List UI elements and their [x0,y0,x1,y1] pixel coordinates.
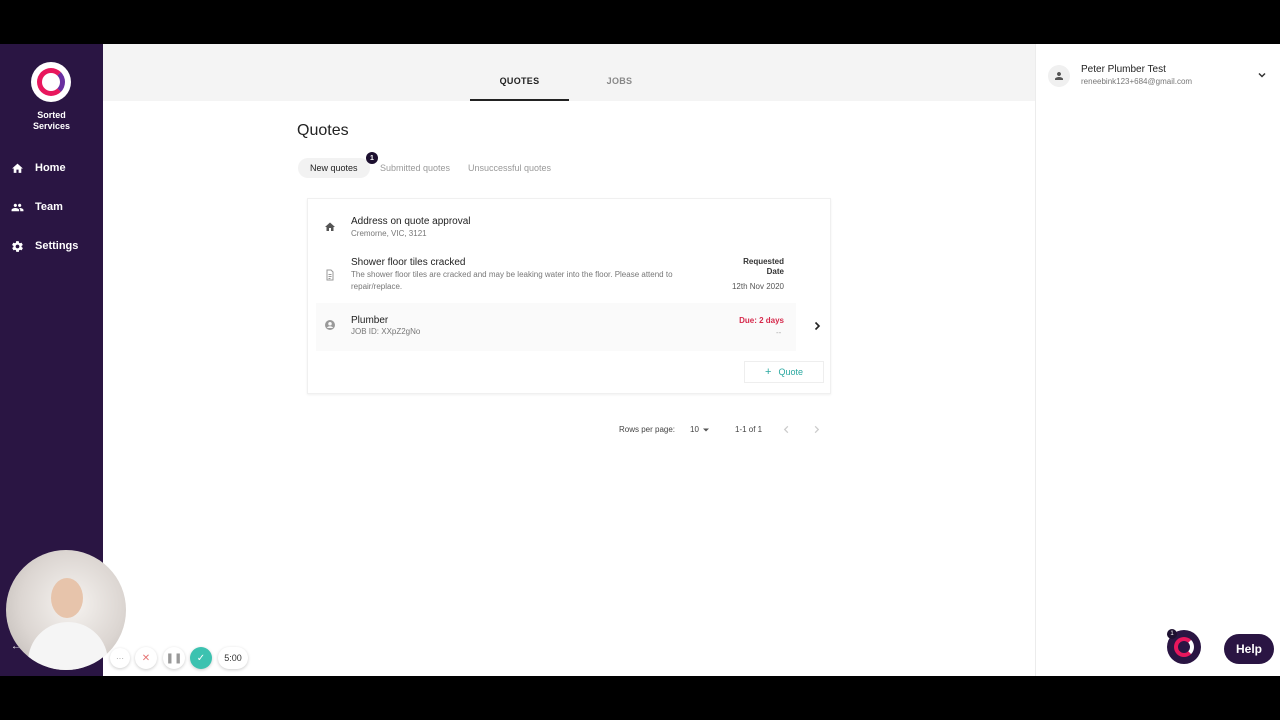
add-quote-button[interactable]: + Quote [744,361,824,383]
address-sub: Cremorne, VIC, 3121 [351,229,427,238]
gear-icon [12,240,23,252]
avatar[interactable] [1048,65,1070,87]
sidebar-item-label: Settings [35,240,79,252]
sidebar-item-home[interactable]: Home [11,158,66,178]
arrow-left-icon[interactable]: ← [11,641,21,652]
team-icon [11,203,24,211]
widget-badge: 1 [1167,629,1177,639]
webcam-bubble[interactable] [6,550,126,670]
webcam-person-head [51,578,83,618]
account-circle-icon [325,320,335,330]
new-quotes-badge: 1 [366,152,378,164]
home-icon [12,163,23,173]
logo-ring-icon [1174,637,1194,657]
chevron-down-icon[interactable] [1257,70,1267,80]
issue-title: Shower floor tiles cracked [351,257,466,268]
dropdown-arrow-icon [702,428,709,431]
next-page-icon[interactable] [812,425,821,434]
due-sub: -- [776,328,782,337]
address-title: Address on quote approval [351,216,471,227]
app-frame: Sorted Services Home Team Settings QUOTE… [0,44,1280,676]
issue-description: The shower floor tiles are cracked and m… [351,270,673,291]
requested-date-label: Requested Date [743,257,784,276]
subtab-submitted-quotes[interactable]: Submitted quotes [380,158,450,178]
trade-title: Plumber [351,315,389,326]
pause-icon[interactable]: ❚❚ [163,647,185,669]
top-tab-bar: QUOTES JOBS [103,44,1035,101]
job-id: JOB ID: XXpZ2gNo [351,327,421,336]
brand-logo[interactable] [31,62,71,102]
account-panel: Peter Plumber Test reneebink123+684@gmai… [1035,44,1280,676]
rows-per-page-value: 10 [690,425,699,434]
tab-quotes[interactable]: QUOTES [470,76,569,101]
due-status: Due: 2 days [739,316,784,325]
prev-page-icon[interactable] [782,425,791,434]
subtab-unsuccessful-quotes[interactable]: Unsuccessful quotes [468,158,551,178]
rows-per-page-label: Rows per page: [619,425,676,434]
close-icon[interactable]: ✕ [135,647,157,669]
user-name: Peter Plumber Test [1081,64,1166,75]
user-email: reneebink123+684@gmail.com [1081,77,1193,86]
chevron-right-icon[interactable] [812,321,822,331]
brand-name: Sorted Services [32,110,71,131]
document-icon [326,269,334,281]
quote-card[interactable]: Address on quote approval Cremorne, VIC,… [307,198,831,394]
tab-jobs[interactable]: JOBS [570,76,669,101]
requested-date: 12th Nov 2020 [731,282,784,291]
person-icon [1055,72,1063,80]
rows-per-page-select[interactable]: 10 [690,425,710,434]
check-icon[interactable]: ✓ [190,647,212,669]
sidebar-item-team[interactable]: Team [11,197,63,217]
plus-icon: + [765,366,772,378]
sidebar-item-label: Home [35,162,66,174]
sidebar-item-settings[interactable]: Settings [11,236,78,256]
sidebar-item-label: Team [35,201,63,213]
help-button[interactable]: Help [1224,634,1274,664]
webcam-person-shirt [28,622,108,670]
add-quote-label: Quote [778,367,803,377]
pagination-range: 1-1 of 1 [735,425,763,434]
page-title: Quotes [297,122,349,139]
recording-timer: 5:00 [218,647,248,669]
home-icon [325,222,335,231]
subtab-new-quotes[interactable]: New quotes [298,158,370,178]
logo-ring-icon [37,68,65,96]
more-icon[interactable]: ··· [110,648,130,668]
